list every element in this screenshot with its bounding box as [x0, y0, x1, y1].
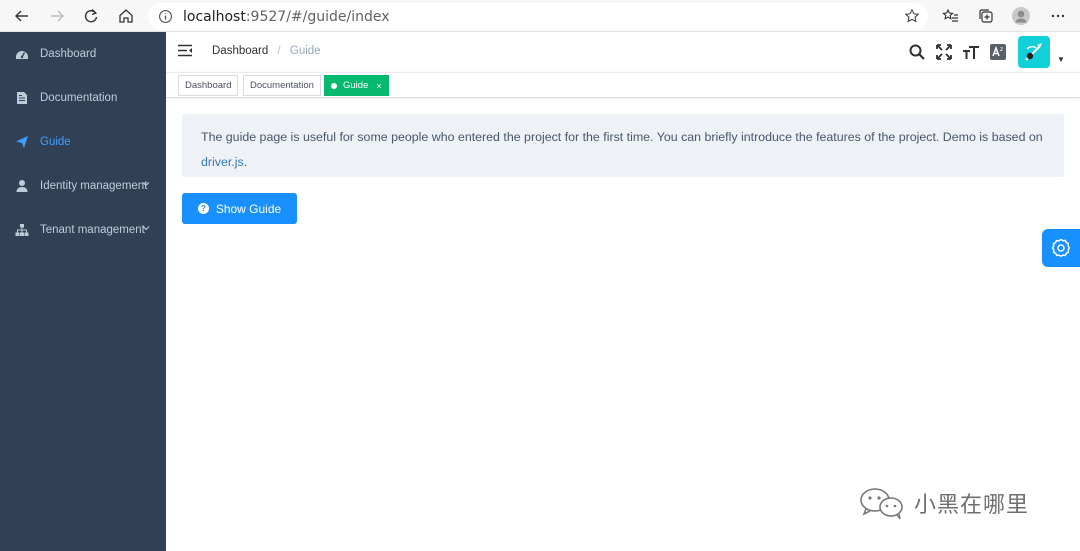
sidebar-item-guide[interactable]: Guide [0, 120, 166, 164]
tag-label: Guide [343, 80, 369, 91]
guide-description: The guide page is useful for some people… [182, 114, 1064, 177]
sidebar-item-label: Guide [40, 136, 71, 148]
tag-dashboard[interactable]: Dashboard [178, 75, 239, 96]
breadcrumb: Dashboard / Guide [212, 45, 321, 57]
sidebar-item-tenant-management[interactable]: Tenant management [0, 208, 166, 252]
tags-view: Dashboard Documentation Guide × [166, 72, 1080, 98]
browser-toolbar: localhost:9527/#/guide/index [0, 0, 1080, 32]
svg-text:z: z [1000, 46, 1003, 53]
sidebar-item-identity-management[interactable]: Identity management [0, 164, 166, 208]
active-dot-icon [331, 82, 337, 89]
collections-icon [978, 8, 993, 23]
gear-icon [1051, 238, 1071, 258]
intro-text: The guide page is useful for some people… [201, 130, 1043, 144]
reload-icon [84, 8, 98, 23]
home-button[interactable] [114, 4, 138, 28]
sidebar: Dashboard Documentation Guide Identity m… [0, 32, 166, 551]
star-icon[interactable] [904, 8, 920, 24]
arrow-right-icon [51, 10, 64, 22]
favorites-icon [941, 8, 958, 22]
url-host: localhost [183, 9, 246, 25]
sidebar-item-label: Dashboard [40, 48, 97, 60]
url-text: localhost:9527/#/guide/index [183, 9, 390, 25]
language-icon[interactable]: z [989, 43, 1007, 61]
url-path: :9527/#/guide/index [245, 9, 390, 25]
avatar-image-icon [1025, 43, 1042, 61]
tag-guide[interactable]: Guide × [324, 75, 389, 96]
navbar: Dashboard / Guide z ▼ [166, 32, 1080, 72]
tag-documentation[interactable]: Documentation [243, 75, 321, 96]
caret-down-icon[interactable]: ▼ [1057, 55, 1065, 64]
tag-label: Documentation [250, 80, 314, 91]
wechat-icon [860, 488, 903, 520]
home-icon [119, 9, 133, 23]
favorites-button[interactable] [938, 4, 962, 28]
sidebar-item-label: Documentation [40, 92, 118, 104]
back-button[interactable] [10, 4, 34, 28]
fullscreen-icon[interactable] [935, 43, 953, 61]
settings-button[interactable] [1042, 229, 1080, 267]
info-icon[interactable] [158, 9, 173, 24]
intro-end: . [243, 155, 248, 169]
dashboard-icon [16, 51, 28, 59]
show-guide-button[interactable]: ? Show Guide [182, 193, 297, 224]
search-icon[interactable] [908, 43, 926, 61]
breadcrumb-separator: / [277, 45, 281, 57]
more-button[interactable] [1046, 4, 1070, 28]
breadcrumb-item-guide: Guide [289, 45, 321, 57]
tree-icon [15, 224, 29, 236]
show-guide-label: Show Guide [215, 201, 282, 216]
chevron-down-icon [142, 182, 150, 187]
sidebar-item-documentation[interactable]: Documentation [0, 76, 166, 120]
guide-icon [16, 136, 28, 148]
watermark: 小黑在哪里 [858, 486, 1029, 520]
arrow-left-icon [15, 10, 28, 22]
question-icon: ? [197, 203, 209, 214]
text-size-icon[interactable] [962, 43, 980, 61]
documentation-icon [17, 92, 27, 104]
profile-avatar-icon [1012, 7, 1030, 25]
address-bar[interactable]: localhost:9527/#/guide/index [148, 3, 928, 30]
tag-label: Dashboard [185, 80, 232, 91]
sidebar-item-dashboard[interactable]: Dashboard [0, 32, 166, 76]
chevron-down-icon [142, 226, 150, 231]
user-icon [16, 180, 28, 192]
driverjs-link[interactable]: driver.js [201, 155, 244, 169]
profile-button[interactable] [1009, 4, 1033, 28]
watermark-text: 小黑在哪里 [914, 493, 1030, 518]
hamburger-icon[interactable] [178, 44, 192, 57]
sidebar-item-label: Tenant management [40, 224, 145, 236]
close-icon[interactable]: × [376, 81, 381, 91]
sidebar-item-label: Identity management [40, 180, 148, 192]
more-icon [1051, 14, 1065, 18]
breadcrumb-item-dashboard[interactable]: Dashboard [212, 45, 268, 57]
forward-button[interactable] [45, 4, 69, 28]
avatar[interactable] [1018, 36, 1050, 68]
guide-description-text: The guide page is useful for some people… [201, 125, 1053, 175]
reload-button[interactable] [79, 4, 103, 28]
collections-button[interactable] [974, 4, 998, 28]
